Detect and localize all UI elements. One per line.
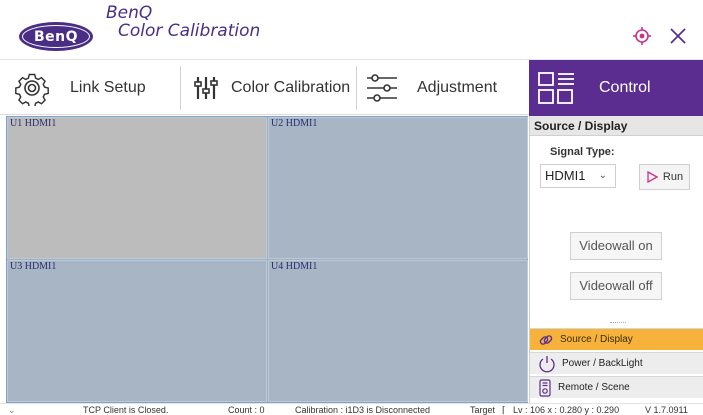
version-label: V 1.7.0911 bbox=[645, 405, 688, 415]
panel-title: Source / Display bbox=[530, 116, 703, 136]
tab-link-setup-label: Link Setup bbox=[70, 79, 146, 96]
display-label: U4 HDMI1 bbox=[271, 261, 318, 272]
run-button[interactable]: Run bbox=[639, 164, 690, 190]
panel-resize-grip[interactable] bbox=[610, 322, 626, 324]
remote-icon bbox=[539, 378, 551, 397]
tab-adjustment[interactable]: Adjustment bbox=[357, 60, 529, 116]
control-panel: Source / Display Signal Type: HDMI1 ⌄ Ru… bbox=[529, 116, 703, 403]
nav-power-backlight-label: Power / BackLight bbox=[562, 358, 643, 369]
chevron-down-icon[interactable]: ⌄ bbox=[8, 404, 16, 415]
signal-type-label: Signal Type: bbox=[550, 146, 615, 158]
target-icon bbox=[633, 27, 651, 45]
benq-logo: BenQ bbox=[19, 22, 93, 51]
app-window: BenQ BenQ Color Calibration Link Setup C… bbox=[0, 0, 703, 415]
tcp-status: TCP Client is Closed. bbox=[83, 405, 169, 415]
videowall-on-button[interactable]: Videowall on bbox=[570, 232, 662, 260]
videowall-off-button[interactable]: Videowall off bbox=[570, 272, 662, 300]
display-cell-u2[interactable]: U2 HDMI1 bbox=[268, 117, 528, 259]
tab-color-calibration-label: Color Calibration bbox=[231, 79, 351, 96]
sliders-icon bbox=[194, 77, 218, 99]
chevron-down-icon: ⌄ bbox=[598, 170, 607, 181]
main-tab-bar: Link Setup Color Calibration Adjustment … bbox=[0, 59, 703, 116]
display-cell-u3[interactable]: U3 HDMI1 bbox=[7, 260, 267, 402]
lv-xy-readout: Lv : 106 x : 0.280 y : 0.290 bbox=[513, 405, 620, 415]
link-icon bbox=[539, 334, 553, 345]
power-icon bbox=[539, 355, 555, 372]
close-button[interactable] bbox=[668, 26, 688, 46]
play-icon bbox=[647, 171, 658, 183]
gear-icon bbox=[15, 73, 49, 106]
target-status: Target bbox=[470, 405, 496, 415]
app-title-brand: BenQ bbox=[106, 3, 153, 23]
status-bar: ⌄ TCP Client is Closed. Count : 0 Calibr… bbox=[0, 403, 703, 415]
run-button-label: Run bbox=[662, 171, 684, 183]
nav-source-display-label: Source / Display bbox=[560, 334, 633, 345]
display-label: U1 HDMI1 bbox=[10, 118, 57, 129]
nav-remote-scene[interactable]: Remote / Scene bbox=[530, 376, 703, 398]
signal-type-value: HDMI1 bbox=[545, 168, 586, 183]
tab-control[interactable]: Control bbox=[529, 60, 703, 116]
tab-color-calibration[interactable]: Color Calibration bbox=[181, 60, 356, 116]
app-title-product: Color Calibration bbox=[118, 21, 261, 41]
title-bar: BenQ BenQ Color Calibration bbox=[0, 0, 703, 58]
tab-control-label: Control bbox=[599, 79, 651, 96]
nav-source-display[interactable]: Source / Display bbox=[530, 328, 703, 350]
adjust-sliders-icon bbox=[367, 74, 397, 102]
calibration-status: Calibration : i1D3 is Disconnected bbox=[295, 405, 431, 415]
corner-marker-icon: ⌈ bbox=[502, 405, 506, 415]
nav-power-backlight[interactable]: Power / BackLight bbox=[530, 352, 703, 374]
display-cell-u1[interactable]: U1 HDMI1 bbox=[7, 117, 267, 259]
count-status: Count : 0 bbox=[228, 405, 265, 415]
close-icon bbox=[670, 28, 686, 44]
display-label: U3 HDMI1 bbox=[10, 261, 57, 272]
signal-type-select[interactable]: HDMI1 ⌄ bbox=[540, 164, 616, 188]
videowall-display-grid: U1 HDMI1 U2 HDMI1 U3 HDMI1 U4 HDMI1 bbox=[6, 116, 528, 403]
target-pin-button[interactable] bbox=[632, 26, 652, 46]
nav-remote-scene-label: Remote / Scene bbox=[558, 382, 630, 393]
grid-control-icon bbox=[538, 72, 574, 104]
display-cell-u4[interactable]: U4 HDMI1 bbox=[268, 260, 528, 402]
app-title: BenQ Color Calibration bbox=[106, 4, 260, 40]
display-label: U2 HDMI1 bbox=[271, 118, 318, 129]
tab-link-setup[interactable]: Link Setup bbox=[0, 60, 180, 116]
tab-adjustment-label: Adjustment bbox=[417, 79, 498, 96]
benq-logo-text: BenQ bbox=[22, 25, 90, 48]
